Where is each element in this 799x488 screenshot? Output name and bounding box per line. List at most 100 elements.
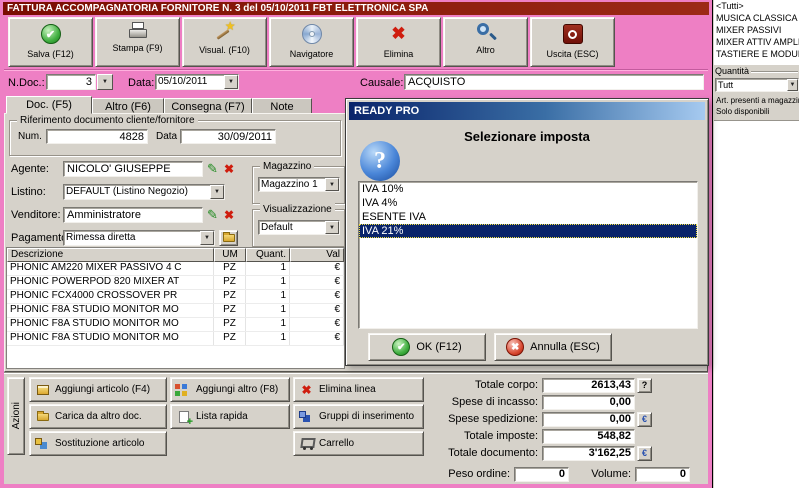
list-item-iva4[interactable]: IVA 4% [359, 196, 697, 210]
date-select[interactable]: 05/10/2011 ▼ [155, 74, 239, 90]
tab-doc[interactable]: Doc. (F5) [6, 96, 92, 114]
spese-spedizione-label: Spese spedizione: [448, 413, 538, 425]
column-header-val[interactable]: Val [290, 248, 344, 262]
table-cell: PZ [214, 262, 246, 275]
tab-altro[interactable]: Altro (F6) [92, 98, 164, 114]
cancel-button[interactable]: ✖ Annulla (ESC) [494, 333, 612, 361]
column-header-descrizione[interactable]: Descrizione [7, 248, 214, 262]
edit-pencil-icon[interactable]: ✎ [207, 207, 218, 223]
category-item[interactable]: TASTIERE E MODULI [714, 48, 799, 60]
ref-num-label: Num. [18, 131, 42, 142]
listino-select[interactable]: DEFAULT (Listino Negozio) ▼ [63, 184, 225, 200]
column-header-um[interactable]: UM [214, 248, 246, 262]
list-item-iva10[interactable]: IVA 10% [359, 182, 697, 196]
category-item[interactable]: MIXER ATTIV AMPLIF [714, 36, 799, 48]
other-button[interactable]: Altro [443, 17, 528, 67]
tab-azioni[interactable]: Azioni [7, 377, 25, 455]
category-item[interactable]: MUSICA CLASSICA [714, 12, 799, 24]
ref-num-input[interactable] [46, 129, 148, 144]
magazzino-chevron-down-icon[interactable]: ▼ [325, 178, 339, 191]
table-row[interactable]: PHONIC FCX4000 CROSSOVER PR PZ 1 € [7, 290, 344, 304]
visualizzazione-chevron-down-icon[interactable]: ▼ [325, 221, 339, 234]
payment-folder-button[interactable] [219, 230, 238, 246]
visualizzazione-value: Default [261, 222, 293, 233]
spese-spedizione-input[interactable] [542, 411, 635, 427]
replace-article-label: Sostituzione articolo [55, 438, 145, 449]
insert-groups-label: Gruppi di inserimento [319, 411, 415, 422]
window-titlebar[interactable]: FATTURA ACCOMPAGNATORIA FORNITORE N. 3 d… [3, 2, 709, 15]
ndoc-chevron-down-icon[interactable]: ▼ [97, 74, 113, 90]
ok-button-label: OK (F12) [416, 341, 462, 353]
option-art-presenti[interactable]: Art. presenti a magazzin [716, 96, 799, 106]
category-listbox[interactable]: <Tutti> MUSICA CLASSICA MIXER PASSIVI MI… [714, 0, 799, 65]
table-cell: 1 [246, 262, 290, 275]
load-from-doc-button[interactable]: Carica da altro doc. [29, 404, 167, 429]
currency-button[interactable]: € [637, 411, 652, 427]
peso-input[interactable] [514, 466, 569, 482]
volume-input[interactable] [635, 466, 690, 482]
tab-note[interactable]: Note [252, 98, 312, 114]
pagamento-label: Pagamento: [11, 232, 71, 244]
table-row[interactable]: PHONIC AM220 MIXER PASSIVO 4 C PZ 1 € [7, 262, 344, 276]
totale-corpo-input[interactable] [542, 377, 635, 393]
magazzino-select[interactable]: Magazzino 1 ▼ [258, 177, 340, 192]
dialog-titlebar[interactable]: READY PRO [349, 102, 705, 120]
navigator-button[interactable]: Navigatore [269, 17, 354, 67]
causale-input[interactable] [404, 74, 704, 90]
sidebar-empty-list[interactable] [714, 120, 799, 488]
spese-incasso-input[interactable] [542, 394, 635, 410]
table-row[interactable]: PHONIC F8A STUDIO MONITOR MO PZ 1 € [7, 304, 344, 318]
magic-wand-icon: ★ [214, 20, 236, 43]
imposta-listbox[interactable]: IVA 10% IVA 4% ESENTE IVA IVA 21% [358, 181, 698, 329]
column-header-quant[interactable]: Quant. [246, 248, 290, 262]
view-button[interactable]: ★ Visual. (F10) [182, 17, 267, 67]
ok-check-icon: ✔ [392, 338, 411, 356]
venditore-input[interactable] [63, 207, 203, 223]
category-item[interactable]: <Tutti> [714, 0, 799, 12]
category-item[interactable]: MIXER PASSIVI [714, 24, 799, 36]
save-button[interactable]: ✔ Salva (F12) [8, 17, 93, 67]
exit-button[interactable]: Uscita (ESC) [530, 17, 615, 67]
dialog-heading: Selezionare imposta [464, 129, 590, 144]
pagamento-chevron-down-icon[interactable]: ▼ [200, 231, 214, 245]
visualizzazione-select[interactable]: Default ▼ [258, 220, 340, 235]
option-solo-disponibili[interactable]: Solo disponibili [716, 107, 769, 117]
folder-icon [35, 410, 50, 424]
quick-list-button[interactable]: + Lista rapida [170, 404, 290, 429]
agente-input[interactable] [63, 161, 203, 177]
ready-pro-dialog: READY PRO Selezionare imposta ? IVA 10% … [345, 98, 709, 366]
list-item-iva21-selected[interactable]: IVA 21% [359, 224, 697, 238]
edit-pencil-icon[interactable]: ✎ [207, 161, 218, 177]
ndoc-input[interactable] [46, 74, 96, 90]
add-other-button[interactable]: Aggiungi altro (F8) [170, 377, 290, 402]
totale-documento-input[interactable] [542, 445, 635, 461]
date-chevron-down-icon[interactable]: ▼ [224, 75, 238, 89]
quantita-select[interactable]: Tutt ▼ [715, 78, 799, 92]
currency-button[interactable]: € [637, 445, 652, 461]
table-cell: 1 [246, 276, 290, 289]
items-table[interactable]: Descrizione UM Quant. Val PHONIC AM220 M… [6, 247, 345, 369]
pagamento-select[interactable]: Rimessa diretta ▼ [63, 230, 215, 246]
cart-button[interactable]: Carrello [293, 431, 424, 456]
clear-x-icon[interactable]: ✖ [224, 208, 234, 222]
quantita-chevron-down-icon[interactable]: ▼ [787, 79, 798, 91]
help-button[interactable]: ? [637, 377, 652, 393]
list-item-esente[interactable]: ESENTE IVA [359, 210, 697, 224]
cancel-button-label: Annulla (ESC) [530, 341, 600, 353]
totale-imposte-input[interactable] [542, 428, 635, 444]
delete-line-button[interactable]: ✖ Elimina linea [293, 377, 424, 402]
listino-chevron-down-icon[interactable]: ▼ [210, 185, 224, 199]
clear-x-icon[interactable]: ✖ [224, 162, 234, 176]
table-row[interactable]: PHONIC F8A STUDIO MONITOR MO PZ 1 € [7, 332, 344, 346]
replace-article-button[interactable]: Sostituzione articolo [29, 431, 167, 456]
table-row[interactable]: PHONIC POWERPOD 820 MIXER AT PZ 1 € [7, 276, 344, 290]
reference-group: Riferimento documento cliente/fornitore … [9, 114, 341, 156]
delete-button[interactable]: ✖ Elimina [356, 17, 441, 67]
insert-groups-button[interactable]: Gruppi di inserimento [293, 404, 424, 429]
print-button[interactable]: Stampa (F9) [95, 17, 180, 67]
ref-date-input[interactable] [180, 129, 276, 144]
tab-consegna[interactable]: Consegna (F7) [164, 98, 252, 114]
add-article-button[interactable]: Aggiungi articolo (F4) [29, 377, 167, 402]
ok-button[interactable]: ✔ OK (F12) [368, 333, 486, 361]
table-row[interactable]: PHONIC F8A STUDIO MONITOR MO PZ 1 € [7, 318, 344, 332]
